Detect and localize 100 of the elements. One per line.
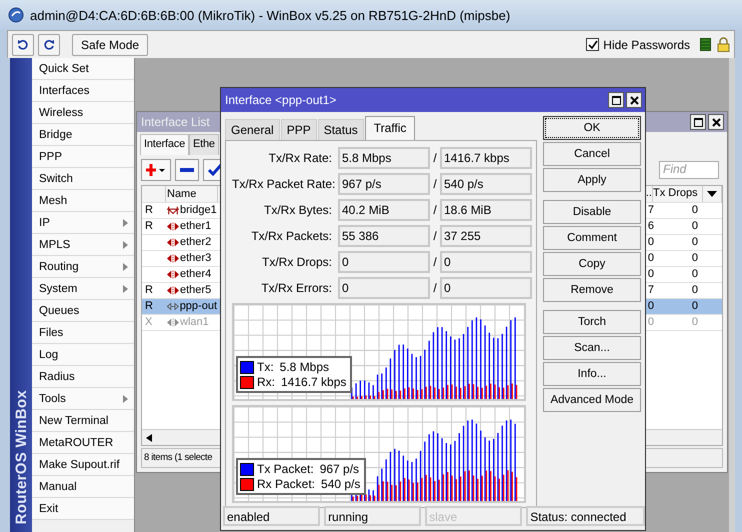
- dialog-button[interactable]: OK: [543, 116, 641, 140]
- table-cell-text: 0: [646, 299, 654, 314]
- tab[interactable]: PPP: [280, 119, 317, 140]
- table-cell-text: 0: [690, 235, 699, 250]
- tab[interactable]: Status: [318, 119, 364, 140]
- sidebar-item[interactable]: PPP: [32, 146, 134, 168]
- dropdown-arrow-icon: [707, 191, 717, 197]
- dialog-button[interactable]: Remove: [543, 278, 641, 302]
- sidebar-item[interactable]: New Terminal: [32, 410, 134, 432]
- sidebar-item[interactable]: Bridge: [32, 124, 134, 146]
- checkmark-icon: [208, 164, 222, 176]
- flag-cell-text: R: [144, 203, 154, 218]
- sidebar-item[interactable]: Queues: [32, 300, 134, 322]
- field-label: Tx/Rx Rate:: [268, 151, 333, 165]
- value-field: 0: [338, 251, 430, 273]
- column-header[interactable]: Tx Drops: [653, 186, 703, 202]
- interface-name: ether3: [180, 251, 212, 266]
- left-arrow-icon: [146, 434, 152, 442]
- sidebar-item[interactable]: Log: [32, 344, 134, 366]
- lock-icon: [717, 37, 730, 52]
- separator-label: /: [432, 151, 438, 165]
- tab[interactable]: Ethe: [189, 134, 219, 155]
- flag-cell-text: R: [144, 299, 154, 314]
- field-label: Tx/Rx Errors:: [260, 281, 333, 295]
- dialog-button[interactable]: Advanced Mode: [543, 388, 641, 412]
- flag-cell-text: R: [144, 283, 154, 298]
- add-button[interactable]: [141, 159, 171, 181]
- sidebar-item[interactable]: Files: [32, 322, 134, 344]
- dialog-button[interactable]: Torch: [543, 310, 641, 334]
- dialog-button[interactable]: Copy: [543, 252, 641, 276]
- interface-name: bridge1: [180, 203, 217, 218]
- value-field: 540 p/s: [440, 173, 532, 195]
- sidebar-item[interactable]: MetaROUTER: [32, 432, 134, 454]
- interface-name: ether5: [180, 283, 212, 298]
- submenu-arrow-icon: [123, 218, 128, 226]
- dialog-button[interactable]: Cancel: [543, 142, 641, 166]
- safe-mode-button[interactable]: Safe Mode: [72, 34, 148, 56]
- undo-icon: [17, 38, 29, 50]
- sidebar-item[interactable]: Make Supout.rif: [32, 454, 134, 476]
- column-header[interactable]: Name: [166, 186, 218, 202]
- sidebar-item[interactable]: Routing: [32, 256, 134, 278]
- table-cell-text: 0: [646, 267, 654, 282]
- tab[interactable]: General: [225, 119, 280, 140]
- sidebar-item[interactable]: Tools: [32, 388, 134, 410]
- table-cell-text: 0: [690, 267, 699, 282]
- tab[interactable]: Traffic: [364, 116, 416, 140]
- maximize-icon: [694, 118, 702, 126]
- value-field: 967 p/s: [338, 173, 430, 195]
- arrows-icon: [167, 238, 179, 247]
- redo-button[interactable]: [38, 34, 60, 56]
- close-button[interactable]: [626, 92, 642, 108]
- dialog-button[interactable]: Apply: [543, 168, 641, 192]
- sidebar-item[interactable]: Wireless: [32, 102, 134, 124]
- sidebar-item[interactable]: Switch: [32, 168, 134, 190]
- app-icon: [8, 7, 24, 23]
- sidebar-item[interactable]: Manual: [32, 476, 134, 498]
- sidebar-item[interactable]: Quick Set: [32, 58, 134, 80]
- table-cell-text: 0: [690, 203, 699, 218]
- table-cell-text: 0: [690, 283, 699, 298]
- window-title: Interface List: [141, 115, 210, 129]
- arrows-icon: [167, 286, 179, 295]
- tab[interactable]: Interface: [140, 134, 190, 155]
- table-cell-text: 0: [690, 251, 699, 266]
- close-icon: [712, 118, 720, 126]
- legend-value: 5.8 Mbps: [280, 360, 330, 374]
- separator-label: /: [432, 281, 438, 295]
- status-cell: Status: connected: [526, 506, 646, 526]
- close-button[interactable]: [708, 114, 724, 130]
- field-label: Tx/Rx Drops:: [260, 255, 333, 269]
- remove-button[interactable]: [175, 159, 199, 181]
- dialog-button[interactable]: Disable: [543, 200, 641, 224]
- sidebar-item[interactable]: Interfaces: [32, 80, 134, 102]
- interface-name: wlan1: [180, 315, 209, 330]
- separator-label: /: [432, 255, 438, 269]
- dialog-button[interactable]: Scan...: [543, 336, 641, 360]
- legend-value: 1416.7 kbps: [281, 375, 346, 389]
- separator-label: /: [432, 203, 438, 217]
- sidebar-item[interactable]: MPLS: [32, 234, 134, 256]
- redo-icon: [43, 38, 55, 50]
- field-label: Tx/Rx Packet Rate:: [232, 177, 336, 191]
- arrows-icon: [167, 302, 179, 311]
- sidebar-item[interactable]: IP: [32, 212, 134, 234]
- legend-label: Tx:: [257, 360, 274, 374]
- table-cell-text: 6: [646, 219, 654, 234]
- brand-label: RouterOS WinBox: [12, 390, 30, 524]
- dialog-button[interactable]: Comment: [543, 226, 641, 250]
- maximize-button[interactable]: [690, 114, 706, 130]
- field-label: Tx/Rx Bytes:: [262, 203, 333, 217]
- plus-icon: [146, 164, 166, 176]
- dialog-button[interactable]: Info...: [543, 362, 641, 386]
- arrows-icon: [167, 270, 179, 279]
- sidebar-item[interactable]: Mesh: [32, 190, 134, 212]
- sidebar-item[interactable]: System: [32, 278, 134, 300]
- undo-button[interactable]: [12, 34, 34, 56]
- hide-passwords-checkbox[interactable]: [586, 38, 600, 51]
- maximize-button[interactable]: [608, 92, 624, 108]
- flag-cell-text: R: [144, 219, 154, 234]
- sidebar-item[interactable]: Radius: [32, 366, 134, 388]
- sidebar-item[interactable]: Exit: [32, 498, 134, 520]
- value-field: 0: [338, 277, 430, 299]
